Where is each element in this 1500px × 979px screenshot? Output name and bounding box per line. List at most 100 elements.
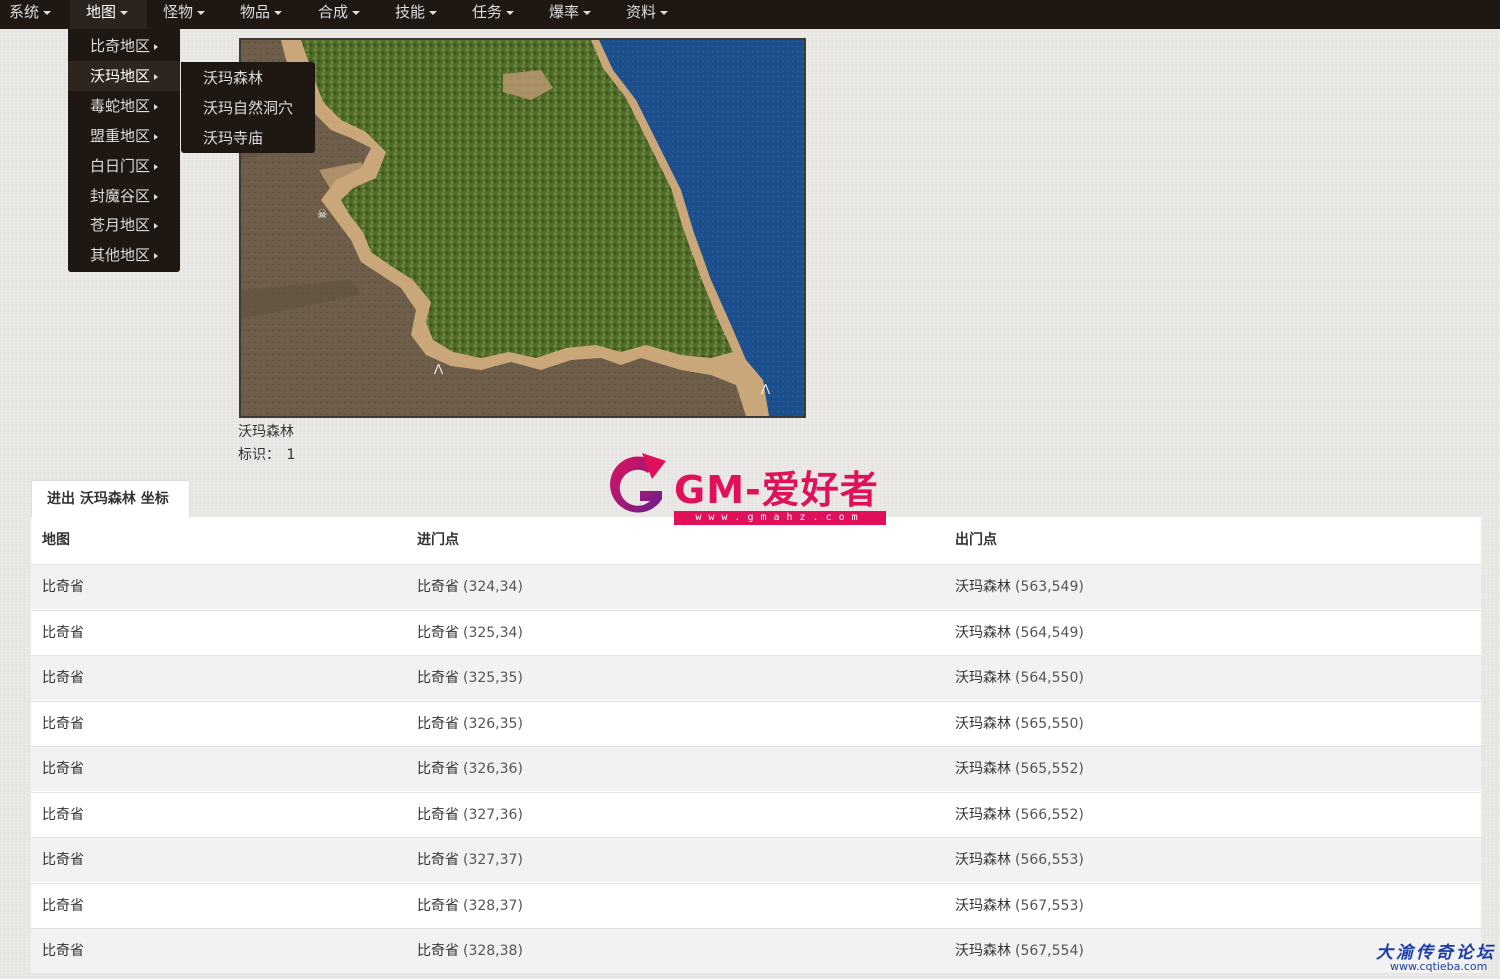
entry-map-name: 比奇省 (417, 897, 459, 914)
cell-entry: 比奇省 (328,38) (417, 929, 523, 973)
nav-item-system[interactable]: 系统 (0, 0, 58, 29)
nav-item-skill[interactable]: 技能 (395, 0, 438, 29)
cell-exit: 沃玛森林 (566,553) (955, 838, 1084, 882)
cell-exit: 沃玛森林 (566,552) (955, 793, 1084, 837)
caret-right-icon (154, 252, 159, 259)
caret-right-icon (154, 193, 159, 200)
gm-logo-watermark: GM-爱好者 www.gmahz.com (604, 449, 888, 529)
entry-map-name: 比奇省 (417, 943, 459, 959)
nav-label: 物品 (240, 3, 271, 21)
caret-right-icon (154, 73, 159, 80)
table-row: 比奇省 比奇省 (325,34) 沃玛森林 (564,549) (31, 609, 1481, 655)
cell-entry: 比奇省 (324,34) (417, 565, 523, 609)
col-header-entry: 进门点 (417, 532, 459, 548)
cell-map: 比奇省 (42, 747, 84, 791)
nav-label: 系统 (9, 3, 40, 21)
region-label: 盟重地区 (90, 127, 151, 145)
cell-map: 比奇省 (42, 838, 84, 882)
table-row: 比奇省 比奇省 (327,37) 沃玛森林 (566,553) (31, 837, 1481, 882)
nav-label: 地图 (86, 3, 117, 21)
nav-item-quest[interactable]: 任务 (472, 0, 515, 29)
region-label: 其他地区 (90, 246, 151, 264)
logo-url: www.gmahz.com (674, 511, 886, 525)
caret-down-icon (429, 10, 438, 15)
region-label: 白日门区 (90, 157, 151, 175)
entry-coord: (324,34) (463, 579, 523, 595)
exit-map-name: 沃玛森林 (955, 624, 1011, 641)
col-header-exit: 出门点 (955, 532, 997, 548)
region-label: 沃玛地区 (90, 67, 151, 85)
region-item-woma[interactable]: 沃玛地区 (68, 61, 180, 91)
nav-item-item[interactable]: 物品 (240, 0, 283, 29)
nav-label: 怪物 (163, 3, 194, 21)
entry-map-name: 比奇省 (417, 715, 459, 732)
region-item-bairimen[interactable]: 白日门区 (68, 151, 180, 181)
map-name: 比奇省 (42, 943, 84, 959)
region-item-other[interactable]: 其他地区 (68, 240, 180, 270)
cell-exit: 沃玛森林 (564,549) (955, 611, 1084, 655)
nav-label: 爆率 (549, 3, 580, 21)
entry-coord: (328,38) (463, 943, 523, 959)
top-navbar: 系统 地图 怪物 物品 合成 技能 任务 爆率 资料 (0, 0, 1500, 29)
svg-text:☠: ☠ (317, 207, 328, 221)
exit-map-name: 沃玛森林 (955, 761, 1011, 777)
map-name: 比奇省 (42, 715, 84, 732)
entry-map-name: 比奇省 (417, 852, 459, 868)
exit-coord: (565,552) (1015, 761, 1084, 777)
cell-entry: 比奇省 (326,35) (417, 702, 523, 746)
cell-map: 比奇省 (42, 702, 84, 746)
entry-map-name: 比奇省 (417, 624, 459, 641)
caret-down-icon (352, 10, 361, 15)
nav-label: 技能 (395, 3, 426, 21)
region-item-mengzhong[interactable]: 盟重地区 (68, 121, 180, 151)
exit-coord: (563,549) (1015, 579, 1084, 595)
region-label: 封魔谷区 (90, 187, 151, 205)
entry-coord: (327,37) (463, 852, 523, 868)
region-item-biqi[interactable]: 比奇地区 (68, 31, 180, 61)
entry-coord: (327,36) (463, 806, 523, 823)
exit-coord: (565,550) (1015, 715, 1084, 732)
cell-map: 比奇省 (42, 793, 84, 837)
nav-item-info[interactable]: 资料 (626, 0, 669, 29)
entry-map-name: 比奇省 (417, 806, 459, 823)
table-row: 比奇省 比奇省 (328,38) 沃玛森林 (567,554) (31, 928, 1481, 973)
nav-item-craft[interactable]: 合成 (318, 0, 361, 29)
region-item-dushe[interactable]: 毒蛇地区 (68, 91, 180, 121)
submenu-item-woma-forest[interactable]: 沃玛森林 (181, 63, 315, 93)
tab-woma-forest-coords[interactable]: 进出 沃玛森林 坐标 (31, 480, 190, 518)
submenu-item-woma-temple[interactable]: 沃玛寺庙 (181, 123, 315, 153)
map-name: 比奇省 (42, 806, 84, 823)
cell-entry: 比奇省 (328,37) (417, 884, 523, 928)
exit-coord: (566,552) (1015, 806, 1084, 823)
nav-label: 任务 (472, 3, 503, 21)
map-region-dropdown: 比奇地区 沃玛地区 毒蛇地区 盟重地区 白日门区 封魔谷区 苍月地区 其他地区 (68, 29, 180, 272)
table-row: 比奇省 比奇省 (326,35) 沃玛森林 (565,550) (31, 700, 1481, 746)
woma-region-submenu: 沃玛森林 沃玛自然洞穴 沃玛寺庙 (181, 62, 315, 153)
cell-exit: 沃玛森林 (563,549) (955, 565, 1084, 609)
table-row: 比奇省 比奇省 (324,34) 沃玛森林 (563,549) (31, 564, 1481, 609)
g-arrow-logo-icon (610, 453, 666, 513)
caret-right-icon (154, 103, 159, 110)
nav-item-monster[interactable]: 怪物 (163, 0, 206, 29)
nav-item-droprate[interactable]: 爆率 (549, 0, 592, 29)
exit-coord: (566,553) (1015, 852, 1084, 868)
cell-entry: 比奇省 (325,35) (417, 656, 523, 700)
map-terrain: ☠ ⋀ ⋀ (241, 40, 804, 416)
nav-item-map[interactable]: 地图 (70, 0, 147, 29)
logo-text: GM-爱好者 (674, 468, 879, 512)
map-id-line: 标识： 1 (238, 444, 295, 464)
cell-entry: 比奇省 (326,36) (417, 747, 523, 791)
region-item-cangyue[interactable]: 苍月地区 (68, 210, 180, 240)
entry-coord: (326,35) (463, 715, 523, 732)
svg-text:⋀: ⋀ (433, 362, 444, 375)
cell-exit: 沃玛森林 (567,553) (955, 884, 1084, 928)
exit-coord: (564,549) (1015, 624, 1084, 641)
map-name: 比奇省 (42, 579, 84, 595)
cell-map: 比奇省 (42, 565, 84, 609)
region-item-fengmogu[interactable]: 封魔谷区 (68, 181, 180, 211)
submenu-item-woma-cave[interactable]: 沃玛自然洞穴 (181, 93, 315, 123)
caret-down-icon (197, 10, 206, 15)
region-label: 比奇地区 (90, 37, 151, 55)
cell-entry: 比奇省 (325,34) (417, 611, 523, 655)
exit-map-name: 沃玛森林 (955, 897, 1011, 914)
